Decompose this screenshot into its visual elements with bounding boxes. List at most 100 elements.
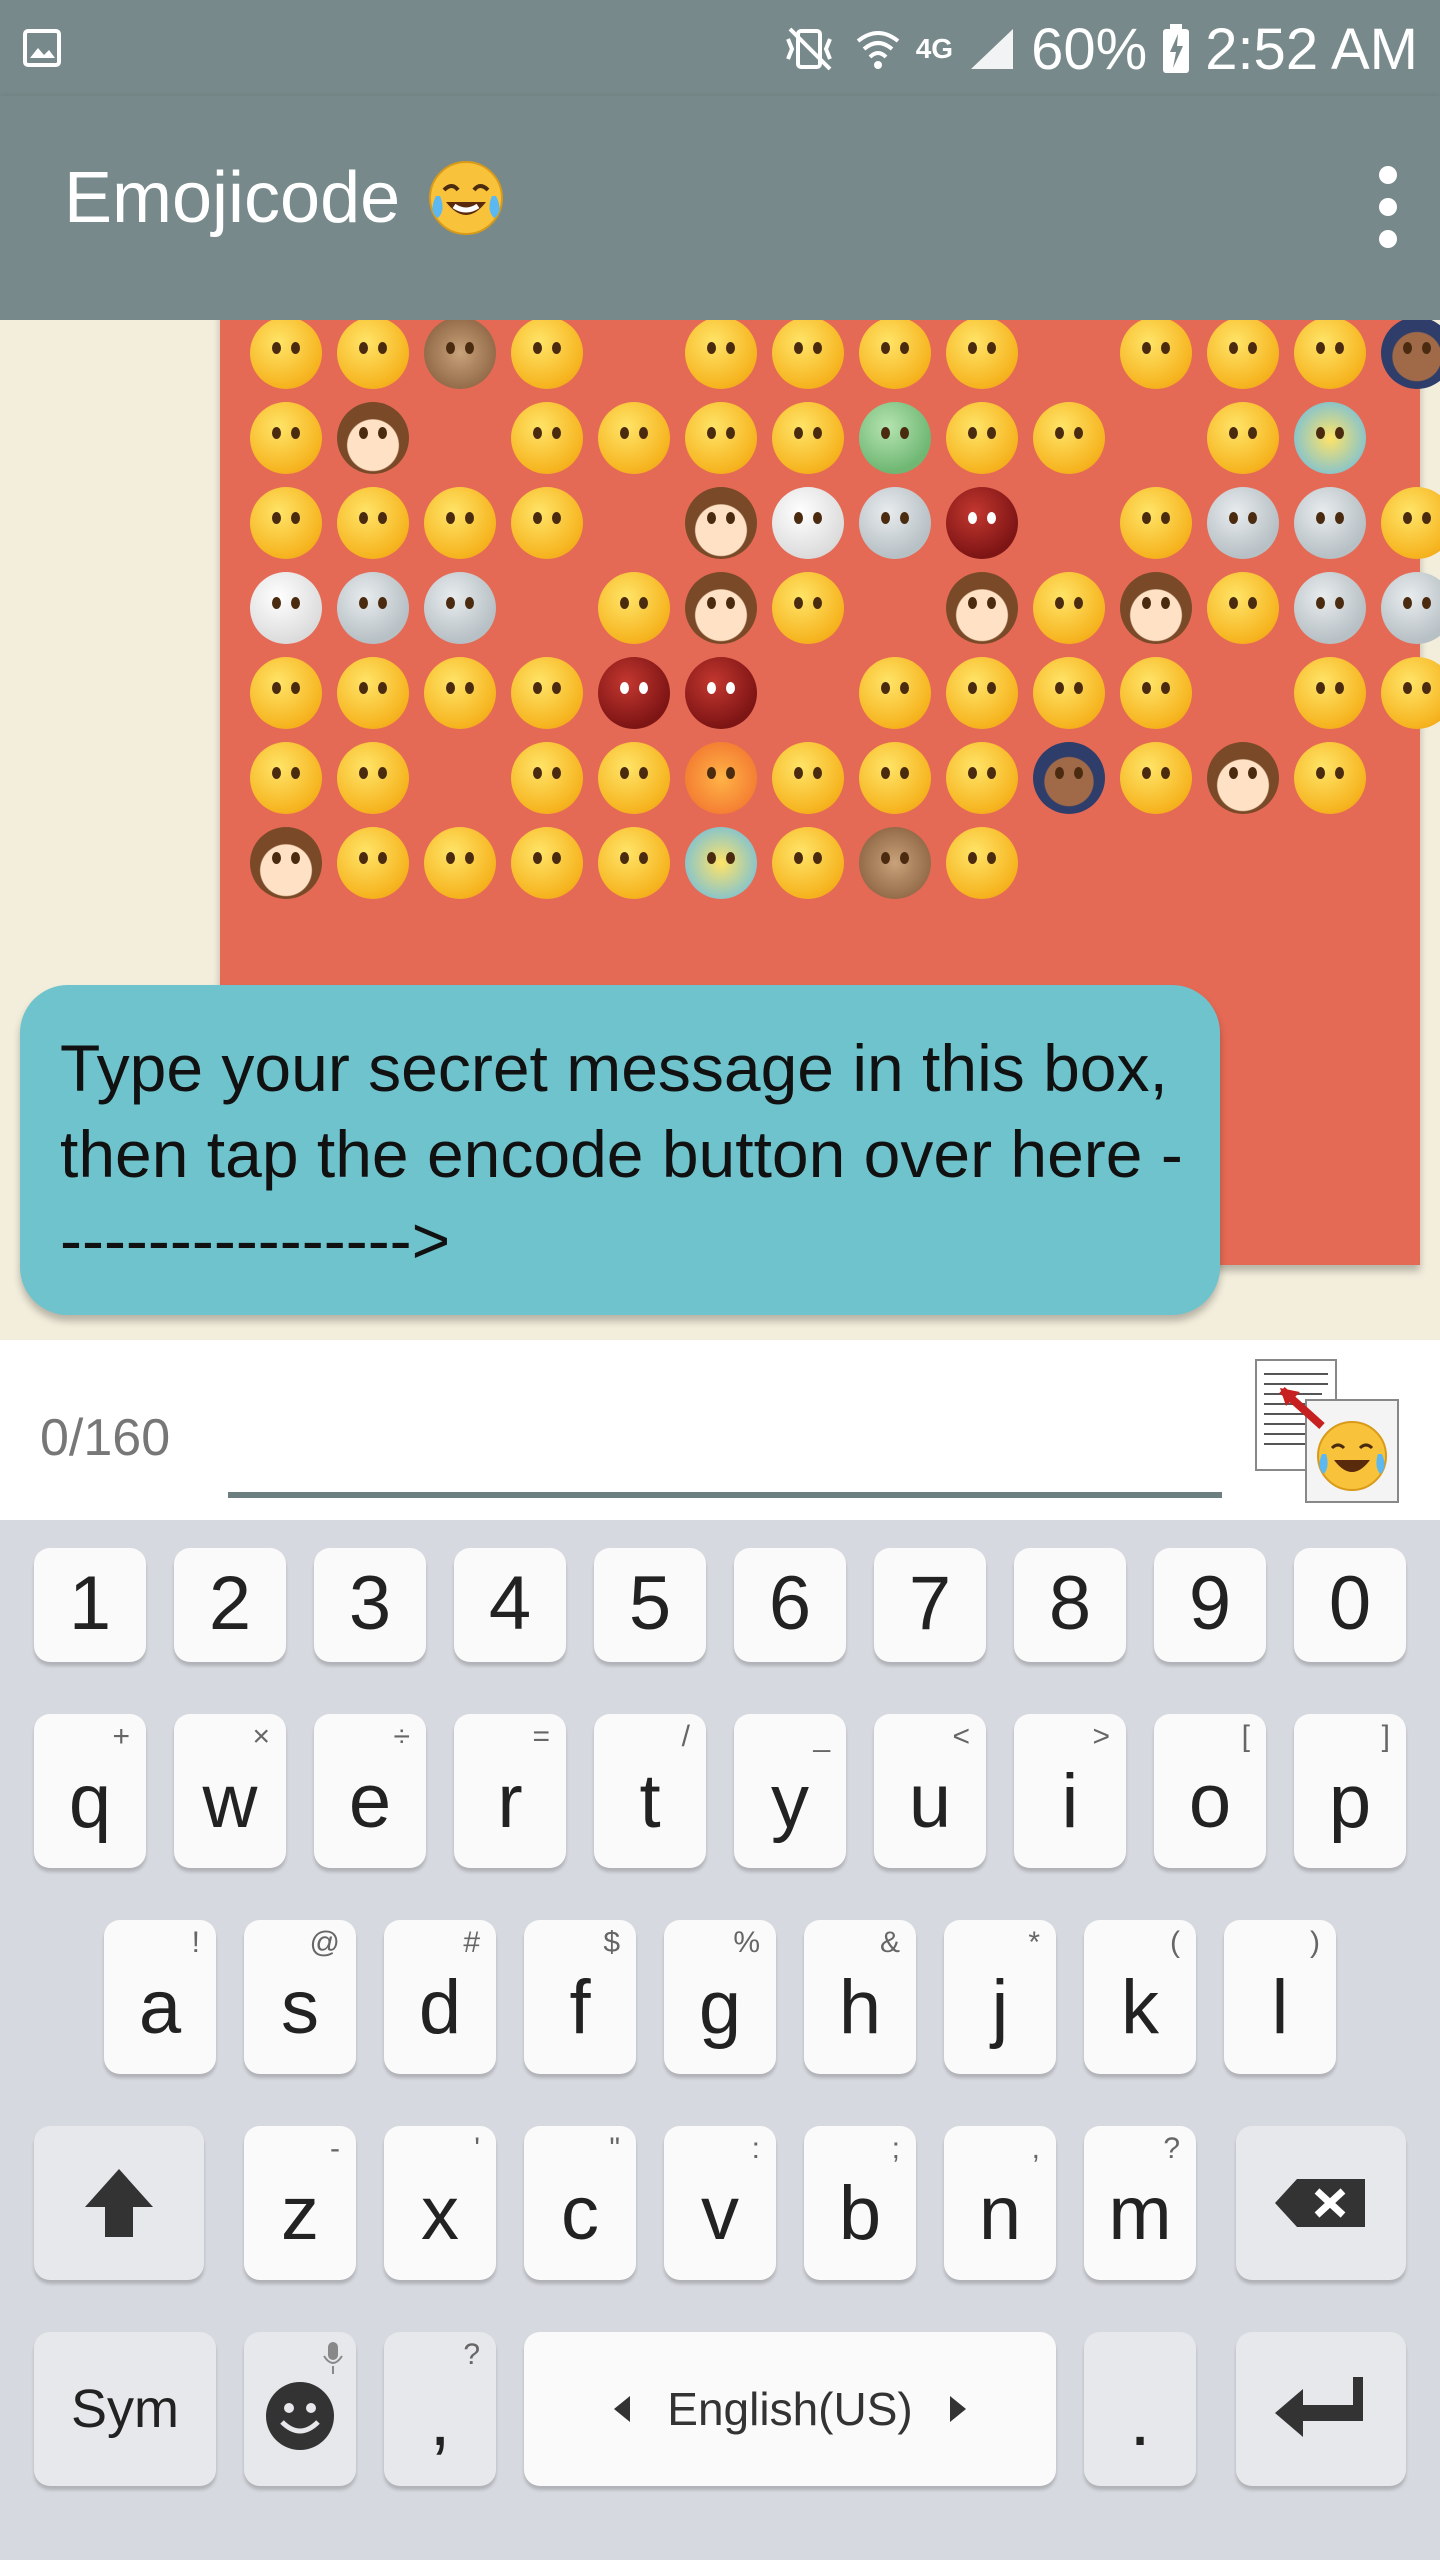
key-label: x bbox=[421, 2171, 459, 2256]
key-label: 8 bbox=[1048, 1561, 1092, 1646]
key-sublabel: " bbox=[609, 2132, 620, 2165]
emoji-icon bbox=[946, 401, 1018, 474]
key-k[interactable]: (k bbox=[1084, 1920, 1196, 2074]
comma-key[interactable]: ? , bbox=[384, 2332, 496, 2486]
overflow-dot-icon bbox=[1379, 166, 1397, 184]
key-m[interactable]: ? m bbox=[1084, 2126, 1196, 2280]
key-sublabel: = bbox=[532, 1720, 550, 1753]
emoji-icon bbox=[946, 656, 1018, 729]
key-label: f bbox=[569, 1965, 591, 2050]
emoji-icon bbox=[511, 486, 583, 559]
key-z[interactable]: -z bbox=[244, 2126, 356, 2280]
status-icons: 4G 60% 2:52 AM bbox=[780, 14, 1418, 84]
key-label: y bbox=[771, 1759, 809, 1844]
key-j[interactable]: * j bbox=[944, 1920, 1056, 2074]
key-a[interactable]: ! a bbox=[104, 1920, 216, 2074]
key-h[interactable]: & h bbox=[804, 1920, 916, 2074]
key-f[interactable]: $ f bbox=[524, 1920, 636, 2074]
key-sublabel: , bbox=[1031, 2132, 1040, 2165]
emoji-icon bbox=[337, 320, 409, 389]
smiley-icon bbox=[266, 2382, 334, 2450]
screaming-emoji-icon bbox=[1294, 401, 1366, 474]
key-label: a bbox=[138, 1965, 182, 2050]
chat-area[interactable]: Type your secret message in this box, th… bbox=[0, 320, 1440, 1340]
key-1[interactable]: 1 bbox=[34, 1548, 146, 1662]
ogre-emoji-icon bbox=[598, 656, 670, 729]
emoji-icon bbox=[250, 401, 322, 474]
key-e[interactable]: ÷ e bbox=[314, 1714, 426, 1868]
key-sublabel: ; bbox=[891, 2132, 900, 2165]
overflow-menu-button[interactable] bbox=[1374, 166, 1402, 256]
emoji-icon bbox=[337, 826, 409, 899]
key-7[interactable]: 7 bbox=[874, 1548, 986, 1662]
emoji-key[interactable] bbox=[244, 2332, 356, 2486]
key-g[interactable]: % g bbox=[664, 1920, 776, 2074]
key-8[interactable]: 8 bbox=[1014, 1548, 1126, 1662]
backspace-key[interactable] bbox=[1236, 2126, 1406, 2280]
key-label: o bbox=[1188, 1759, 1232, 1844]
key-label: . bbox=[1129, 2377, 1151, 2462]
key-label: n bbox=[978, 2171, 1022, 2256]
key-p[interactable]: ] p bbox=[1294, 1714, 1406, 1868]
key-u[interactable]: < u bbox=[874, 1714, 986, 1868]
overflow-dot-icon bbox=[1379, 230, 1397, 248]
boy-emoji-icon bbox=[1120, 571, 1192, 644]
emoji-icon bbox=[859, 320, 931, 389]
hint-message-text: Type your secret message in this box, th… bbox=[60, 1031, 1183, 1277]
emoji-icon bbox=[598, 571, 670, 644]
app-title-text: Emojicode bbox=[64, 158, 401, 238]
key-2[interactable]: 2 bbox=[174, 1548, 286, 1662]
vibrate-mute-icon bbox=[785, 27, 832, 71]
arrow-right-icon bbox=[950, 2396, 966, 2422]
emoji-row bbox=[250, 565, 1440, 650]
ghost-emoji-icon bbox=[772, 486, 844, 559]
emoji-icon bbox=[511, 741, 583, 814]
key-label: Sym bbox=[71, 2379, 179, 2439]
key-sublabel: ' bbox=[474, 2132, 480, 2165]
key-9[interactable]: 9 bbox=[1154, 1548, 1266, 1662]
key-b[interactable]: ; b bbox=[804, 2126, 916, 2280]
key-sublabel: * bbox=[1028, 1926, 1040, 1959]
key-3[interactable]: 3 bbox=[314, 1548, 426, 1662]
message-input-row: 0/160 bbox=[0, 1340, 1440, 1520]
key-label: 7 bbox=[908, 1561, 952, 1646]
emoji-row bbox=[250, 820, 1410, 905]
enter-key[interactable] bbox=[1236, 2332, 1406, 2486]
key-6[interactable]: 6 bbox=[734, 1548, 846, 1662]
emoji-icon bbox=[511, 656, 583, 729]
key-label: 5 bbox=[628, 1561, 672, 1646]
key-y[interactable]: _ y bbox=[734, 1714, 846, 1868]
key-r[interactable]: = r bbox=[454, 1714, 566, 1868]
cat-emoji-icon bbox=[1294, 571, 1366, 644]
key-label: v bbox=[701, 2171, 739, 2256]
key-i[interactable]: > i bbox=[1014, 1714, 1126, 1868]
shift-key[interactable] bbox=[34, 2126, 204, 2280]
key-5[interactable]: 5 bbox=[594, 1548, 706, 1662]
key-t[interactable]: / t bbox=[594, 1714, 706, 1868]
app-bar: Emojicode bbox=[0, 96, 1440, 320]
key-0[interactable]: 0 bbox=[1294, 1548, 1406, 1662]
key-n[interactable]: ,n bbox=[944, 2126, 1056, 2280]
key-o[interactable]: [o bbox=[1154, 1714, 1266, 1868]
key-c[interactable]: " c bbox=[524, 2126, 636, 2280]
encode-button[interactable] bbox=[1252, 1356, 1402, 1506]
key-l[interactable]: ) l bbox=[1224, 1920, 1336, 2074]
space-key[interactable]: English(US) bbox=[524, 2332, 1056, 2486]
key-label: d bbox=[418, 1965, 462, 2050]
emoji-icon bbox=[1294, 741, 1366, 814]
key-x[interactable]: ' x bbox=[384, 2126, 496, 2280]
key-4[interactable]: 4 bbox=[454, 1548, 566, 1662]
emoji-icon bbox=[772, 741, 844, 814]
period-key[interactable]: . bbox=[1084, 2332, 1196, 2486]
key-s[interactable]: @ s bbox=[244, 1920, 356, 2074]
backspace-icon bbox=[1275, 2179, 1365, 2227]
key-v[interactable]: :v bbox=[664, 2126, 776, 2280]
monkey-emoji-icon bbox=[859, 826, 931, 899]
key-sublabel: < bbox=[952, 1720, 970, 1753]
key-d[interactable]: # d bbox=[384, 1920, 496, 2074]
symbols-key[interactable]: Sym bbox=[34, 2332, 216, 2486]
key-w[interactable]: × w bbox=[174, 1714, 286, 1868]
key-q[interactable]: + q bbox=[34, 1714, 146, 1868]
emoji-icon bbox=[250, 741, 322, 814]
secret-message-input[interactable] bbox=[228, 1380, 1222, 1498]
